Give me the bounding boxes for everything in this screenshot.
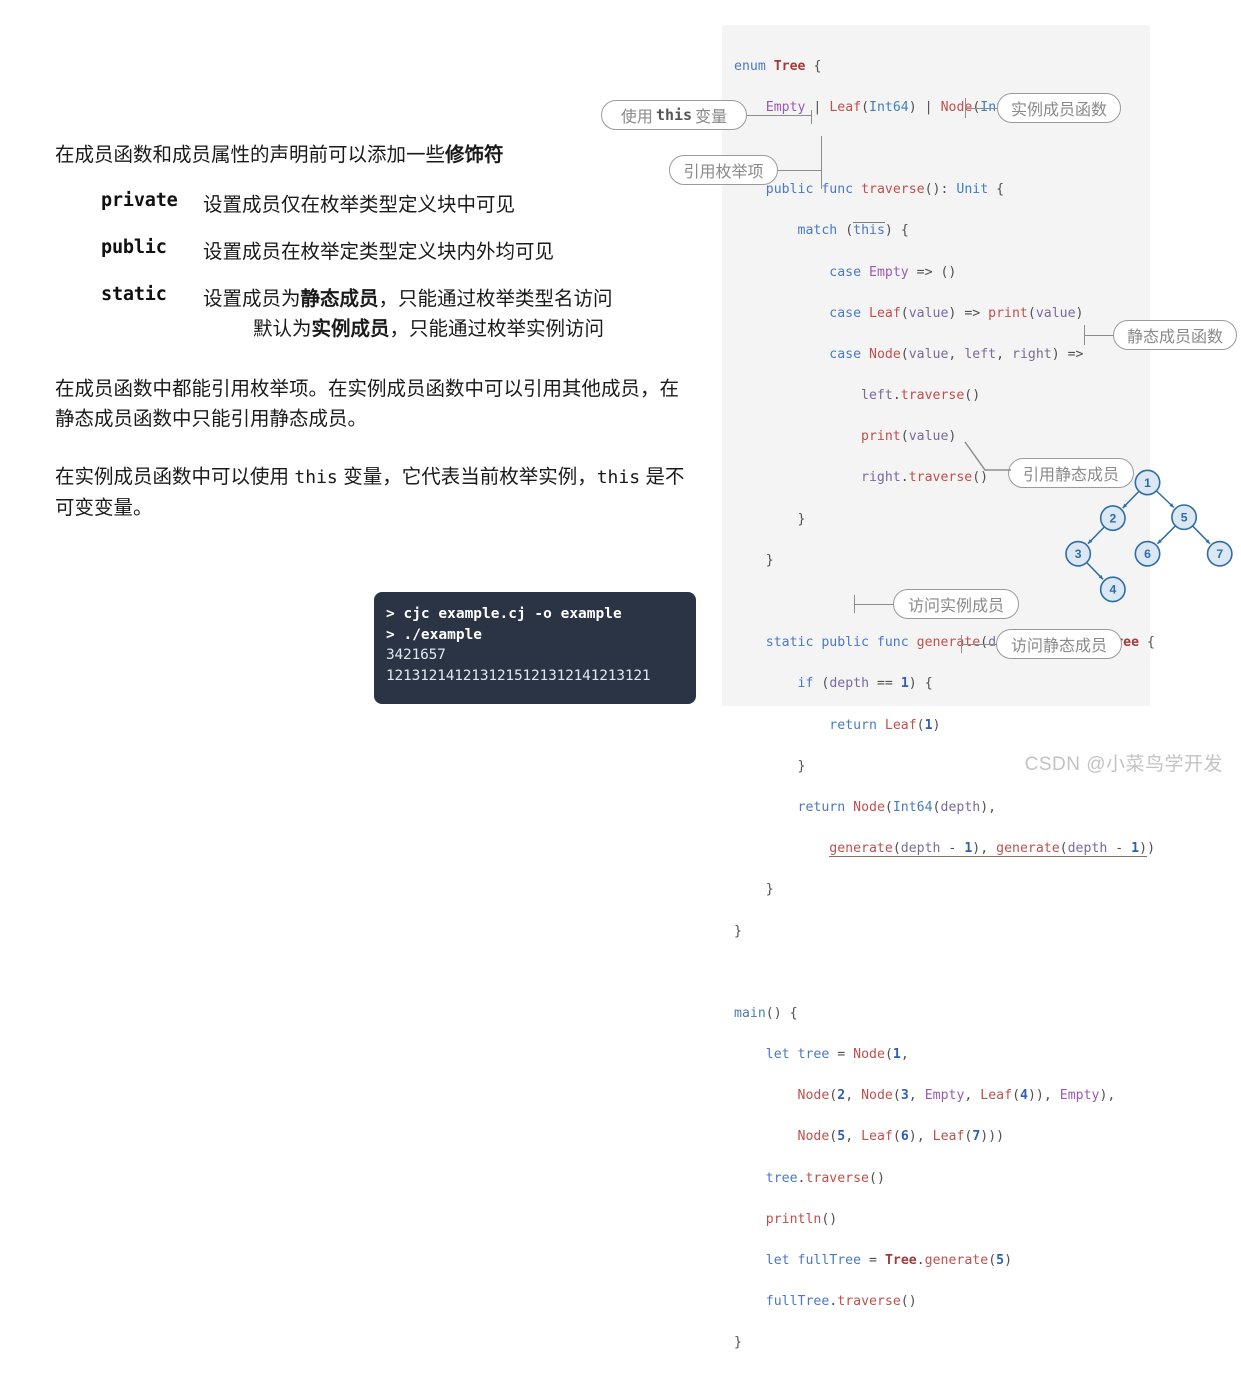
terminal-output-line-1: 3421657 (386, 647, 446, 663)
code-line-30: let fullTree = Tree.generate(5) (765, 1253, 1013, 1269)
code-line-7: case Leaf(value) => print(value) (829, 305, 1084, 321)
code-line-1: enum Tree { (734, 58, 822, 74)
terminal-output-panel: > cjc example.cj -o example > ./example … (374, 592, 696, 704)
code-line-4: public func traverse(): Unit { (765, 182, 1005, 198)
static-sub-bold: 实例成员 (311, 318, 390, 340)
leader-access-instance (855, 604, 894, 605)
leader-ref-enum (778, 170, 822, 171)
modifier-keyword-static: static (101, 284, 167, 305)
paragraph-member-reference: 在成员函数中都能引用枚举项。在实例成员函数中可以引用其他成员，在静态成员函数中只… (55, 378, 680, 430)
tick-access-instance (854, 595, 855, 613)
tree-node-label-2: 2 (1109, 511, 1116, 525)
modifier-row-static: static 设置成员为静态成员，只能通过枚举类型名访问 默认为实例成员，只能通… (101, 284, 695, 344)
leader-access-static (962, 644, 997, 645)
code-line-9: left.traverse() (861, 388, 981, 404)
code-line-24: main() { (734, 1005, 798, 1021)
code-line-29: println() (765, 1211, 838, 1227)
watermark: CSDN @小菜鸟学开发 (1024, 754, 1223, 775)
code-line-28: tree.traverse() (765, 1170, 885, 1186)
callout-use-this-mono: this (655, 106, 693, 124)
modifier-list: private 设置成员仅在枚举类型定义块中可见 public 设置成员在枚举定… (101, 190, 695, 344)
paragraph-this-variable: 在实例成员函数中可以使用 this 变量，它代表当前枚举实例，this 是不可变… (55, 462, 695, 523)
code-block: enum Tree { Empty | Leaf(Int64) | Node(I… (734, 36, 1155, 1395)
modifier-keyword-private: private (101, 190, 178, 211)
tick-access-static (961, 635, 962, 653)
code-line-17: return Leaf(1) (829, 717, 941, 733)
code-line-8: case Node(value, left, right) => (829, 346, 1084, 362)
para3-b: 变量，它代表当前枚举实例， (337, 466, 597, 488)
static-desc-a: 设置成员为 (203, 288, 301, 310)
code-line-32: } (734, 1335, 742, 1351)
tick-ref-enum (821, 136, 822, 189)
code-line-21: } (765, 882, 774, 898)
modifier-desc-private: 设置成员仅在枚举类型定义块中可见 (203, 194, 516, 216)
modifier-keyword-public: public (101, 237, 167, 258)
callout-use-this-variable: 使用 this 变量 (601, 100, 747, 130)
modifier-row-private: private 设置成员仅在枚举类型定义块中可见 (101, 190, 695, 220)
code-line-26: Node(2, Node(3, Empty, Leaf(4)), Empty), (797, 1088, 1116, 1104)
static-desc-second-line: 默认为实例成员，只能通过枚举实例访问 (253, 314, 613, 344)
intro-emphasis: 修饰符 (445, 144, 504, 166)
terminal-command-compile: > cjc example.cj -o example (386, 606, 622, 622)
modifier-desc-static: 设置成员为静态成员，只能通过枚举类型名访问 默认为实例成员，只能通过枚举实例访问 (203, 284, 613, 344)
callout-access-instance-member: 访问实例成员 (893, 589, 1019, 619)
callout-static-member-function: 静态成员函数 (1113, 320, 1237, 350)
code-line-25: let tree = Node(1, (765, 1047, 909, 1063)
code-line-22: } (734, 923, 742, 939)
callout-use-this-post: 变量 (695, 109, 728, 126)
callout-access-static-member: 访问静态成员 (996, 629, 1122, 659)
tree-node-label-1: 1 (1144, 476, 1151, 490)
para3-a: 在实例成员函数中可以使用 (55, 466, 295, 488)
leader-static-func (1085, 335, 1114, 336)
tree-node-label-3: 3 (1075, 547, 1082, 561)
callout-ref-enum-item: 引用枚举项 (669, 155, 778, 185)
para3-mono-this-1: this (294, 467, 338, 488)
code-line-5: match (this) { (797, 222, 909, 239)
intro-paragraph: 在成员函数和成员属性的声明前可以添加一些修饰符 (55, 140, 695, 170)
intro-text: 在成员函数和成员属性的声明前可以添加一些 (55, 144, 446, 166)
code-line-27: Node(5, Leaf(6), Leaf(7))) (797, 1129, 1005, 1145)
code-line-19: return Node(Int64(depth), (797, 799, 997, 815)
static-sub-c: ，只能通过枚举实例访问 (389, 318, 605, 340)
tree-node-label-7: 7 (1216, 547, 1223, 561)
tree-node-label-5: 5 (1181, 511, 1188, 525)
callout-instance-member-function: 实例成员函数 (997, 93, 1121, 123)
modifier-row-public: public 设置成员在枚举定类型定义块内外均可见 (101, 237, 695, 267)
tree-node-label-4: 4 (1109, 583, 1116, 597)
tree-nodes: 1 2 3 4 5 6 7 (1065, 469, 1233, 603)
code-line-10: print(value) (861, 429, 957, 445)
callout-use-this-pre: 使用 (620, 109, 653, 126)
modifier-desc-public: 设置成员在枚举定类型定义块内外均可见 (203, 241, 555, 263)
terminal-output-line-2: 1213121412131215121312141213121 (386, 667, 651, 684)
code-line-20: generate(depth - 1), generate(depth - 1)… (829, 841, 1156, 858)
prose-column: 在成员函数和成员属性的声明前可以添加一些修饰符 private 设置成员仅在枚举… (55, 140, 695, 523)
code-line-31: fullTree.traverse() (765, 1294, 917, 1310)
tree-node-label-6: 6 (1144, 547, 1151, 561)
leader-ref-static-member (964, 441, 1011, 471)
leader-use-this (747, 115, 812, 116)
para3-mono-this-2: this (596, 467, 641, 488)
static-desc-c: ，只能通过枚举类型名访问 (378, 288, 613, 310)
binary-tree-diagram: 1 2 3 4 5 6 7 (1065, 469, 1233, 603)
tick-instance-func (965, 98, 966, 118)
code-line-6: case Empty => () (829, 264, 957, 280)
terminal-command-run: > ./example (386, 626, 483, 643)
leader-instance-func (966, 108, 998, 109)
tick-use-this (811, 110, 812, 124)
code-line-16: if (depth == 1) { (797, 676, 933, 692)
tick-static-func (1084, 325, 1085, 345)
static-desc-bold: 静态成员 (300, 288, 379, 310)
static-sub-a: 默认为 (253, 318, 312, 340)
